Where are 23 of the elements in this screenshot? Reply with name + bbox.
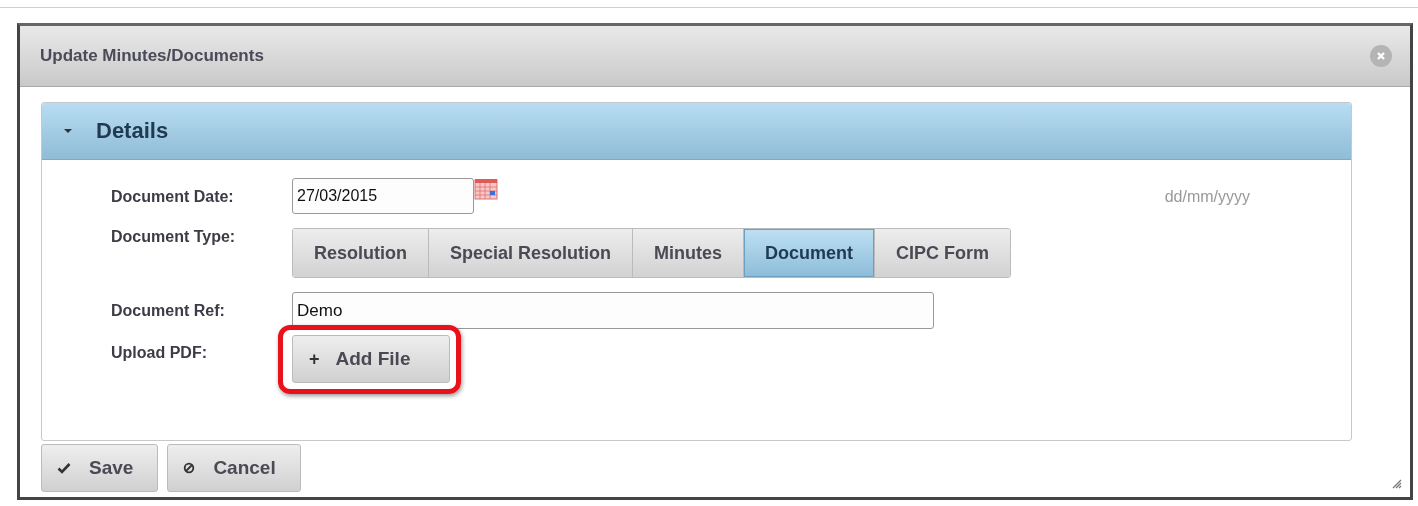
checkmark-icon (57, 462, 71, 474)
close-icon (1375, 50, 1387, 62)
cancel-icon (183, 462, 196, 474)
type-option[interactable]: Minutes (633, 229, 745, 277)
panel-header[interactable]: Details (42, 103, 1351, 160)
field-label: Document Type: (111, 228, 237, 246)
type-option[interactable]: CIPC Form (875, 229, 1011, 277)
calendar-icon[interactable] (474, 178, 498, 200)
cancel-button[interactable]: Cancel (167, 444, 301, 492)
date-field[interactable]: 27/03/2015 (292, 178, 474, 214)
date-format-hint: dd/mm/yyyy (1164, 188, 1250, 206)
panel-title: Details (96, 118, 169, 144)
field-label: Document Date: (111, 188, 235, 206)
field-label: Document Ref: (111, 302, 226, 320)
resize-grip-icon[interactable] (1392, 479, 1402, 489)
reference-field[interactable]: Demo (292, 292, 934, 329)
add-file-button[interactable]: + Add File (292, 335, 450, 383)
type-option[interactable]: Document (744, 229, 876, 277)
type-option[interactable]: Special Resolution (429, 229, 634, 277)
field-label: Upload PDF: (111, 344, 208, 362)
type-option[interactable]: Resolution (293, 229, 429, 277)
window-title: Update Minutes/Documents (40, 46, 264, 66)
save-button[interactable]: Save (41, 444, 159, 492)
